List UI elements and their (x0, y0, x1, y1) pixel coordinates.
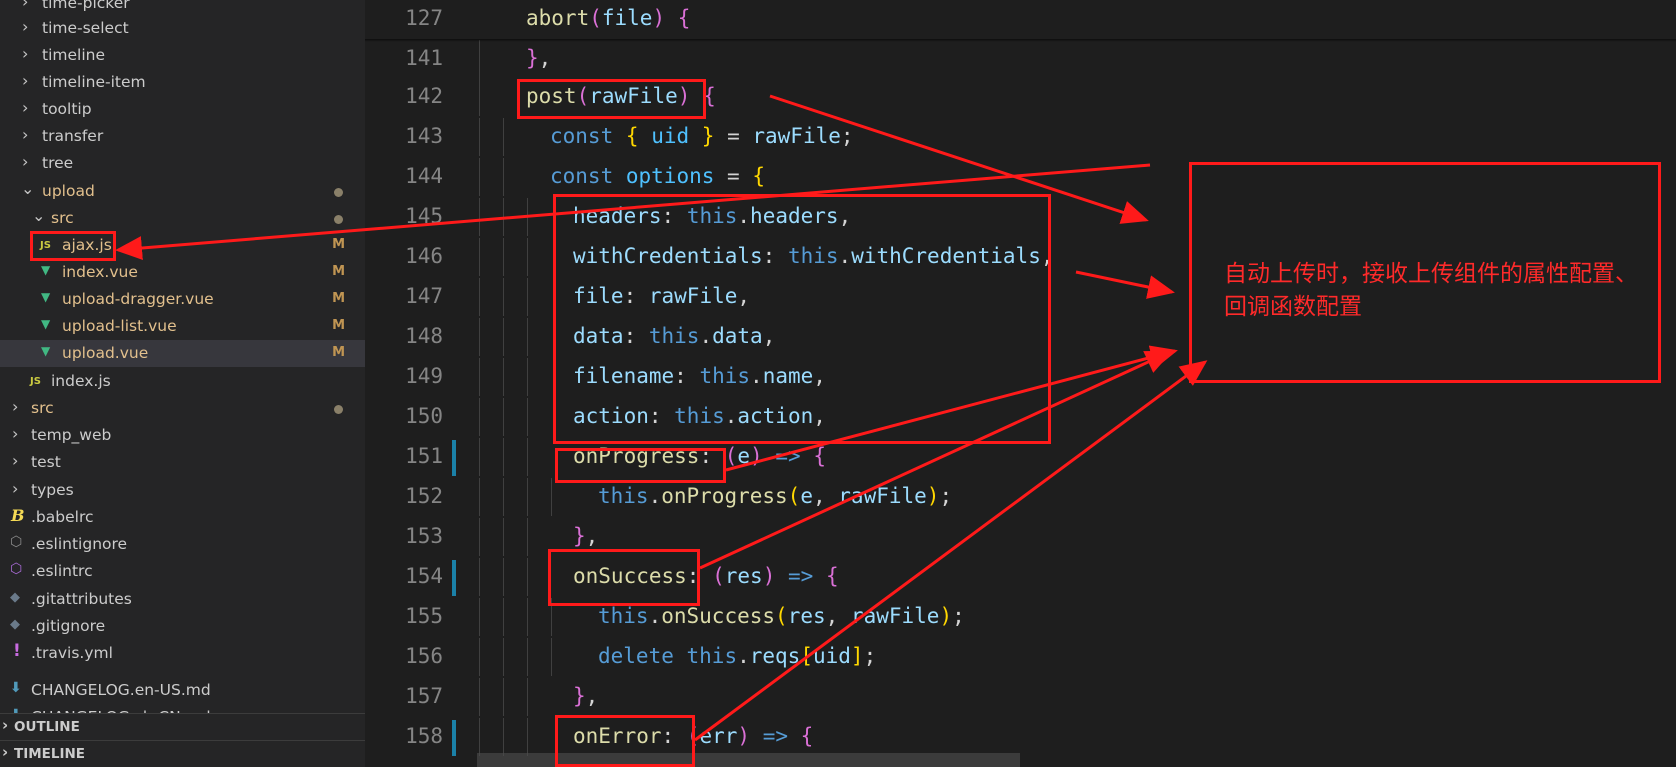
arrow-from-options (1075, 270, 1175, 299)
line-number: 127 (405, 6, 443, 30)
arrow-from-onerror (694, 360, 1208, 742)
sticky-scroll-line[interactable]: 127 abort(file) { (365, 0, 1676, 38)
annotation-arrows (115, 94, 1208, 742)
arrow-from-onsuccess (699, 350, 1173, 570)
arrow-from-post (769, 94, 1149, 224)
code-text: abort(file) { (526, 6, 691, 30)
arrow-to-ajax-js (115, 163, 1151, 260)
